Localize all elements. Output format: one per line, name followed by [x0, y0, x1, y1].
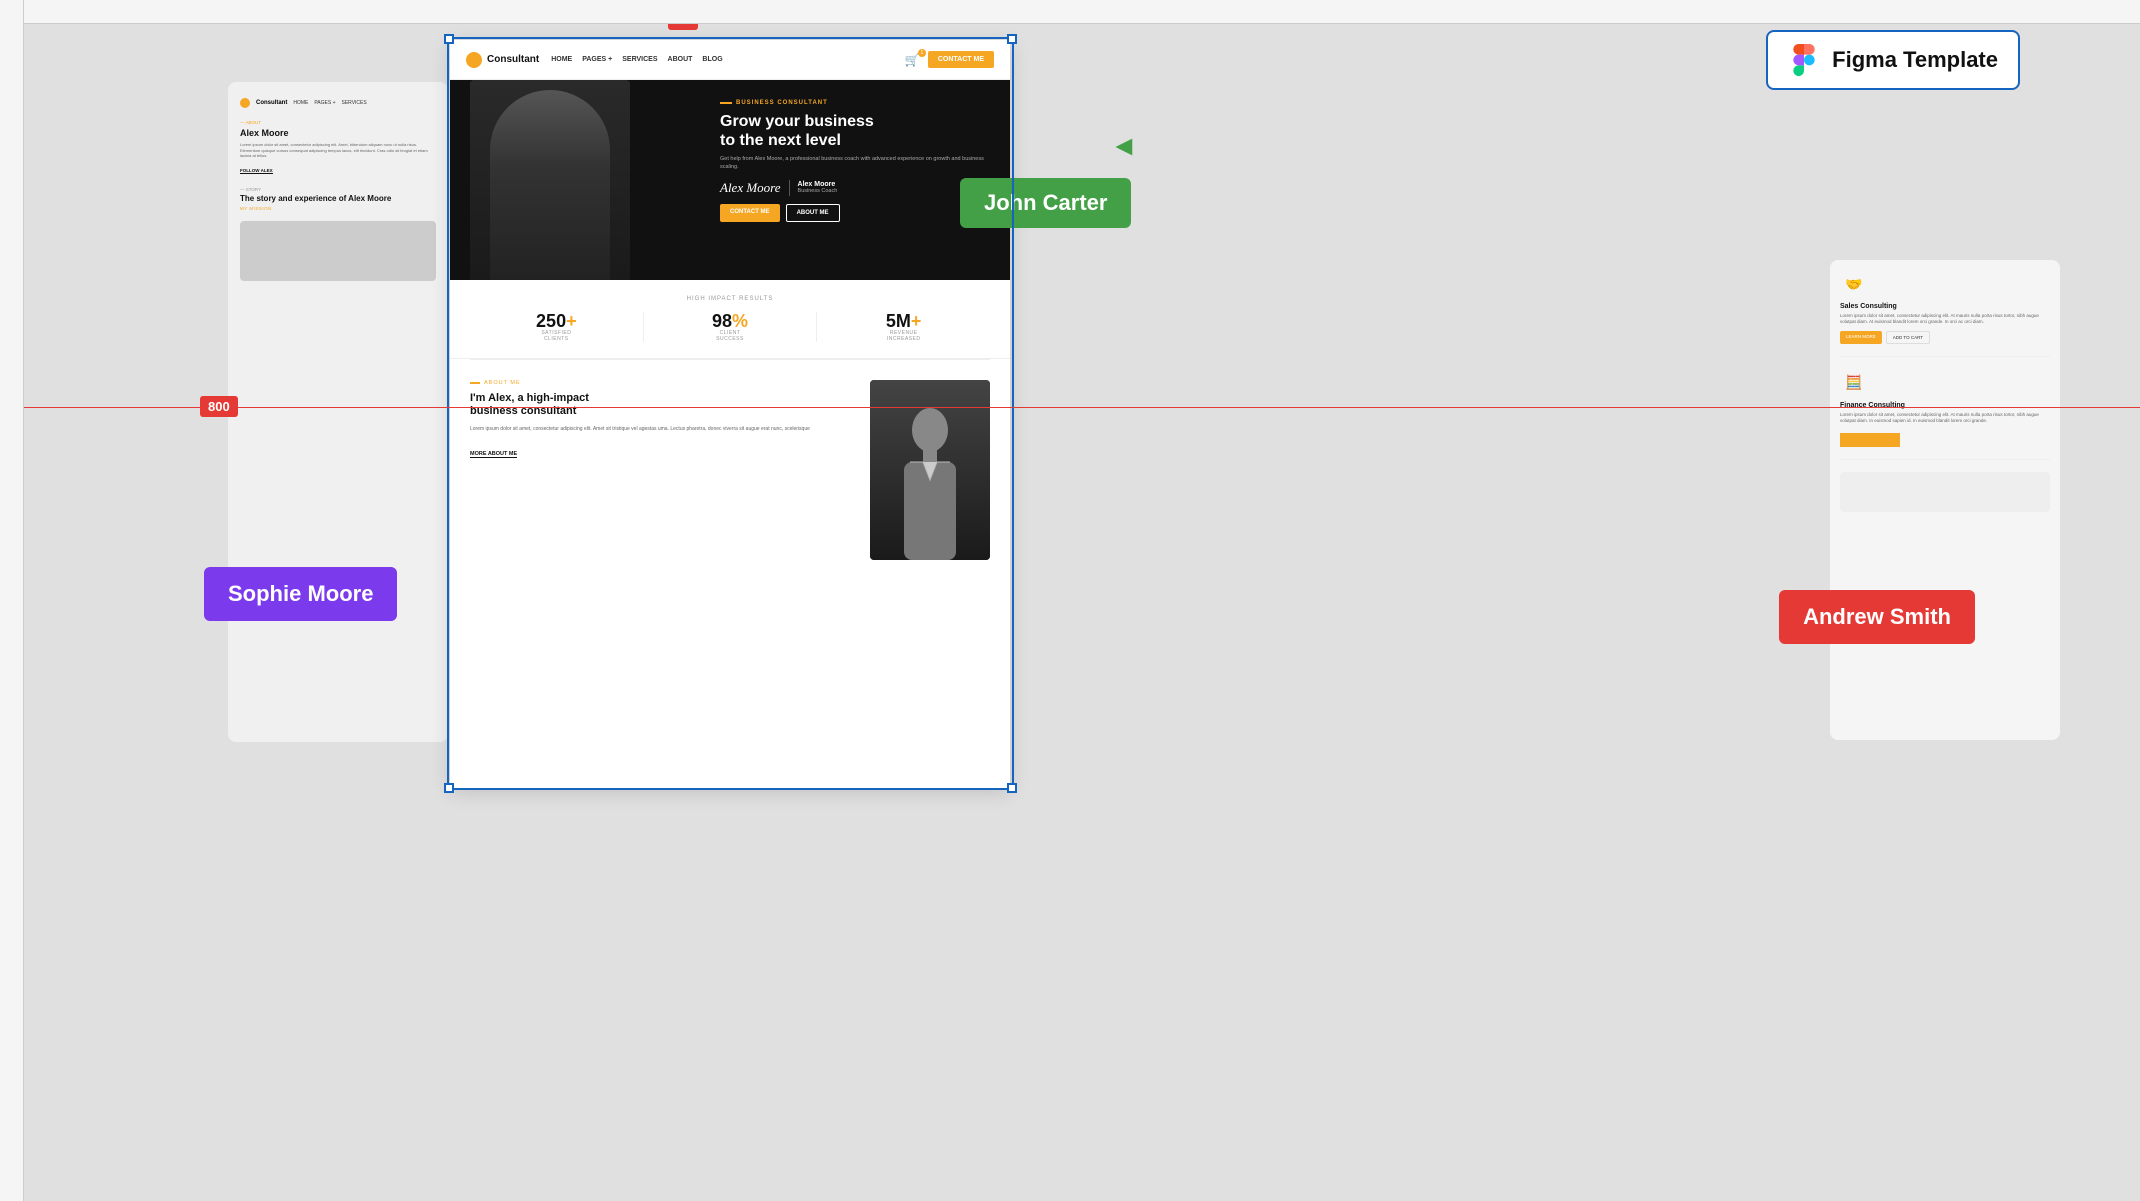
nav-logo-icon: [466, 52, 482, 68]
lc-about-name: Alex Moore: [240, 128, 436, 138]
stat-satisfied-clients: 250+ SATISFIED CLIENTS: [470, 312, 643, 342]
website-nav: Consultant HOME PAGES + SERVICES ABOUT B…: [450, 40, 1010, 80]
lc-story-tag: — STORY: [240, 187, 436, 192]
hero-buttons: CONTACT ME ABOUT ME: [720, 204, 990, 222]
portrait-silhouette: [890, 400, 970, 560]
rc-finance-icon: 🧮: [1840, 369, 1868, 397]
hero-title: Grow your business to the next level: [720, 112, 990, 150]
lc-about-desc: Lorem ipsum dolor sit amet, consectetur …: [240, 142, 436, 159]
hero-name: Alex Moore: [798, 181, 838, 188]
rc-finance-cta[interactable]: [1840, 433, 1900, 447]
ruler-left: [0, 0, 24, 1201]
rc-sales-consulting: 🤝 Sales Consulting Lorem ipsum dolor sit…: [1840, 270, 2050, 357]
lc-follow-label[interactable]: FOLLOW ALEX: [240, 168, 273, 174]
rc-handshake-icon: 🤝: [1840, 270, 1868, 298]
stat-revenue: 5M+ REVENUE INCREASED: [816, 312, 990, 342]
nav-cart[interactable]: 🛒 1: [905, 53, 920, 67]
nav-cart-badge: 1: [918, 49, 926, 57]
rc-gray-area: [1840, 472, 2050, 512]
guide-horizontal: [0, 407, 2140, 408]
hero-identity: Alex Moore Business Coach: [798, 181, 838, 194]
hero-person-silhouette: [490, 90, 610, 280]
contact-me-button[interactable]: CONTACT ME: [720, 204, 780, 222]
stat-label-1-bottom: CLIENTS: [470, 336, 643, 342]
rc-finance-buttons: [1840, 429, 2050, 447]
rc-sales-buttons: LEARN MORE ADD TO CART: [1840, 331, 2050, 344]
lc-about-tag: — ABOUT: [240, 120, 436, 125]
figma-template-box: Figma Template: [1766, 30, 2020, 90]
lc-nav-links: HOME PAGES + SERVICES: [293, 100, 366, 106]
nav-blog[interactable]: BLOG: [702, 56, 722, 63]
stat-number-1: 250+: [470, 312, 643, 330]
hero-signature: Alex Moore: [720, 180, 790, 196]
hero-signature-row: Alex Moore Alex Moore Business Coach: [720, 180, 990, 196]
badge-andrew-smith: Andrew Smith: [1779, 590, 1975, 644]
stat-number-3: 5M+: [817, 312, 990, 330]
rc-sales-desc: Lorem ipsum dolor sit amet, consectetur …: [1840, 313, 2050, 326]
stats-section: HIGH IMPACT RESULTS 250+ SATISFIED CLIEN…: [450, 280, 1010, 359]
right-background-card: 🤝 Sales Consulting Lorem ipsum dolor sit…: [1830, 260, 2060, 740]
nav-about[interactable]: ABOUT: [668, 56, 693, 63]
hero-content: BUSINESS CONSULTANT Grow your business t…: [720, 100, 990, 222]
nav-logo-text: Consultant: [487, 54, 539, 65]
figma-logo-icon: [1788, 44, 1820, 76]
lc-story-section: — STORY The story and experience of Alex…: [240, 187, 436, 212]
cursor-arrow-icon: ◄: [1110, 132, 1138, 164]
hero-section: BUSINESS CONSULTANT Grow your business t…: [450, 80, 1010, 280]
stat-label-3-bottom: INCREASED: [817, 336, 990, 342]
about-tag: ABOUT ME: [470, 380, 854, 386]
badge-john-carter: John Carter: [960, 178, 1131, 228]
lc-nav-pages: PAGES +: [314, 100, 335, 106]
nav-pages[interactable]: PAGES +: [582, 56, 612, 63]
nav-links: HOME PAGES + SERVICES ABOUT BLOG: [551, 56, 905, 63]
lc-nav: Consultant HOME PAGES + SERVICES: [240, 98, 436, 108]
about-description: Lorem ipsum dolor sit amet, consectetur …: [470, 426, 854, 434]
stats-title: HIGH IMPACT RESULTS: [470, 296, 990, 302]
stat-label-2-bottom: SUCCESS: [644, 336, 817, 342]
hero-description: Get help from Alex Moore, a professional…: [720, 156, 990, 171]
lc-logo-icon: [240, 98, 250, 108]
ruler-top: [0, 0, 2140, 24]
rc-add-cart-button[interactable]: ADD TO CART: [1886, 331, 1930, 344]
badge-800: 800: [200, 396, 238, 417]
lc-nav-services: SERVICES: [342, 100, 367, 106]
about-heading: I'm Alex, a high-impact business consult…: [470, 392, 854, 418]
stat-number-2: 98%: [644, 312, 817, 330]
hero-role: Business Coach: [798, 188, 838, 194]
website-mockup: Consultant HOME PAGES + SERVICES ABOUT B…: [450, 40, 1010, 788]
lc-about-section: — ABOUT Alex Moore Lorem ipsum dolor sit…: [240, 120, 436, 177]
about-more-link[interactable]: MORE ABOUT ME: [470, 451, 517, 458]
stat-client-success: 98% CLIENT SUCCESS: [643, 312, 817, 342]
left-background-card: Consultant HOME PAGES + SERVICES — ABOUT…: [228, 82, 448, 742]
badge-sophie-moore: Sophie Moore: [204, 567, 397, 621]
rc-finance-consulting: 🧮 Finance Consulting Lorem ipsum dolor s…: [1840, 369, 2050, 461]
about-me-button[interactable]: ABOUT ME: [786, 204, 840, 222]
rc-learn-more-button[interactable]: LEARN MORE: [1840, 331, 1882, 344]
hero-person-image: [470, 80, 630, 280]
nav-cta-button[interactable]: CONTACT ME: [928, 51, 994, 68]
nav-home[interactable]: HOME: [551, 56, 572, 63]
hero-tag: BUSINESS CONSULTANT: [720, 100, 990, 106]
lc-story-title: The story and experience of Alex Moore: [240, 194, 436, 204]
nav-logo: Consultant: [466, 52, 539, 68]
stats-row: 250+ SATISFIED CLIENTS 98% CLIENT SUCCES…: [470, 312, 990, 342]
lc-logo-text: Consultant: [256, 100, 287, 106]
nav-services[interactable]: SERVICES: [622, 56, 657, 63]
rc-sales-title: Sales Consulting: [1840, 303, 2050, 310]
lc-nav-home: HOME: [293, 100, 308, 106]
lc-mission-link[interactable]: MY MISSION: [240, 206, 436, 211]
lc-image-placeholder: [240, 221, 436, 281]
about-section: ABOUT ME I'm Alex, a high-impact busines…: [450, 360, 1010, 576]
figma-template-label: Figma Template: [1832, 47, 1998, 73]
rc-finance-desc: Lorem ipsum dolor sit amet, consectetur …: [1840, 412, 2050, 425]
